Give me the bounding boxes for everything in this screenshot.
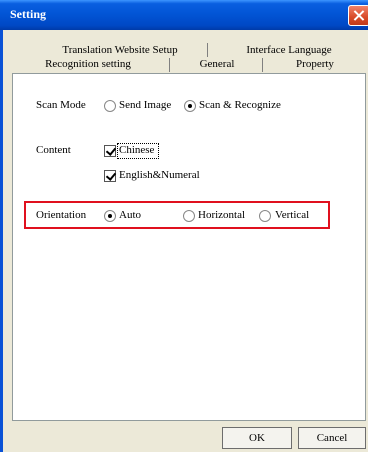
tab-divider: [262, 58, 263, 72]
chinese-label[interactable]: Chinese: [119, 144, 154, 157]
tab-recognition-setting[interactable]: Recognition setting: [28, 58, 148, 71]
tab-interface-language[interactable]: Interface Language: [214, 44, 364, 57]
tab-divider: [169, 58, 170, 72]
window-frame: [0, 30, 3, 452]
tab-label: General: [199, 58, 235, 70]
scan-recognize-label[interactable]: Scan & Recognize: [199, 99, 281, 112]
tab-label: Translation Website Setup: [62, 44, 178, 56]
tab-label: Property: [296, 58, 334, 70]
english-numeral-checkbox[interactable]: [104, 170, 116, 182]
setting-dialog: Setting Translation Website Setup Interf…: [0, 0, 368, 452]
send-image-label[interactable]: Send Image: [119, 99, 171, 112]
tab-property[interactable]: Property: [280, 58, 350, 71]
tab-translation-website-setup[interactable]: Translation Website Setup: [40, 44, 200, 57]
send-image-radio[interactable]: [104, 100, 116, 112]
close-icon[interactable]: [348, 5, 368, 26]
horizontal-radio[interactable]: [183, 210, 195, 222]
tab-label: Recognition setting: [45, 58, 131, 70]
orientation-label: Orientation: [36, 209, 87, 221]
vertical-label[interactable]: Vertical: [275, 209, 309, 222]
auto-label[interactable]: Auto: [119, 209, 141, 222]
tab-label: Interface Language: [246, 44, 332, 56]
cancel-button[interactable]: Cancel: [298, 427, 366, 449]
tab-divider: [207, 43, 208, 57]
title-bar[interactable]: Setting: [0, 0, 368, 30]
ok-button[interactable]: OK: [222, 427, 292, 449]
scan-recognize-radio[interactable]: [184, 100, 196, 112]
tab-general[interactable]: General: [182, 58, 252, 71]
scan-mode-label: Scan Mode: [36, 99, 86, 111]
horizontal-label[interactable]: Horizontal: [198, 209, 245, 222]
auto-radio[interactable]: [104, 210, 116, 222]
english-numeral-label[interactable]: English&Numeral: [119, 169, 200, 182]
vertical-radio[interactable]: [259, 210, 271, 222]
window-title: Setting: [10, 7, 46, 21]
property-panel: [12, 73, 366, 421]
content-label: Content: [36, 144, 71, 156]
chinese-checkbox[interactable]: [104, 145, 116, 157]
